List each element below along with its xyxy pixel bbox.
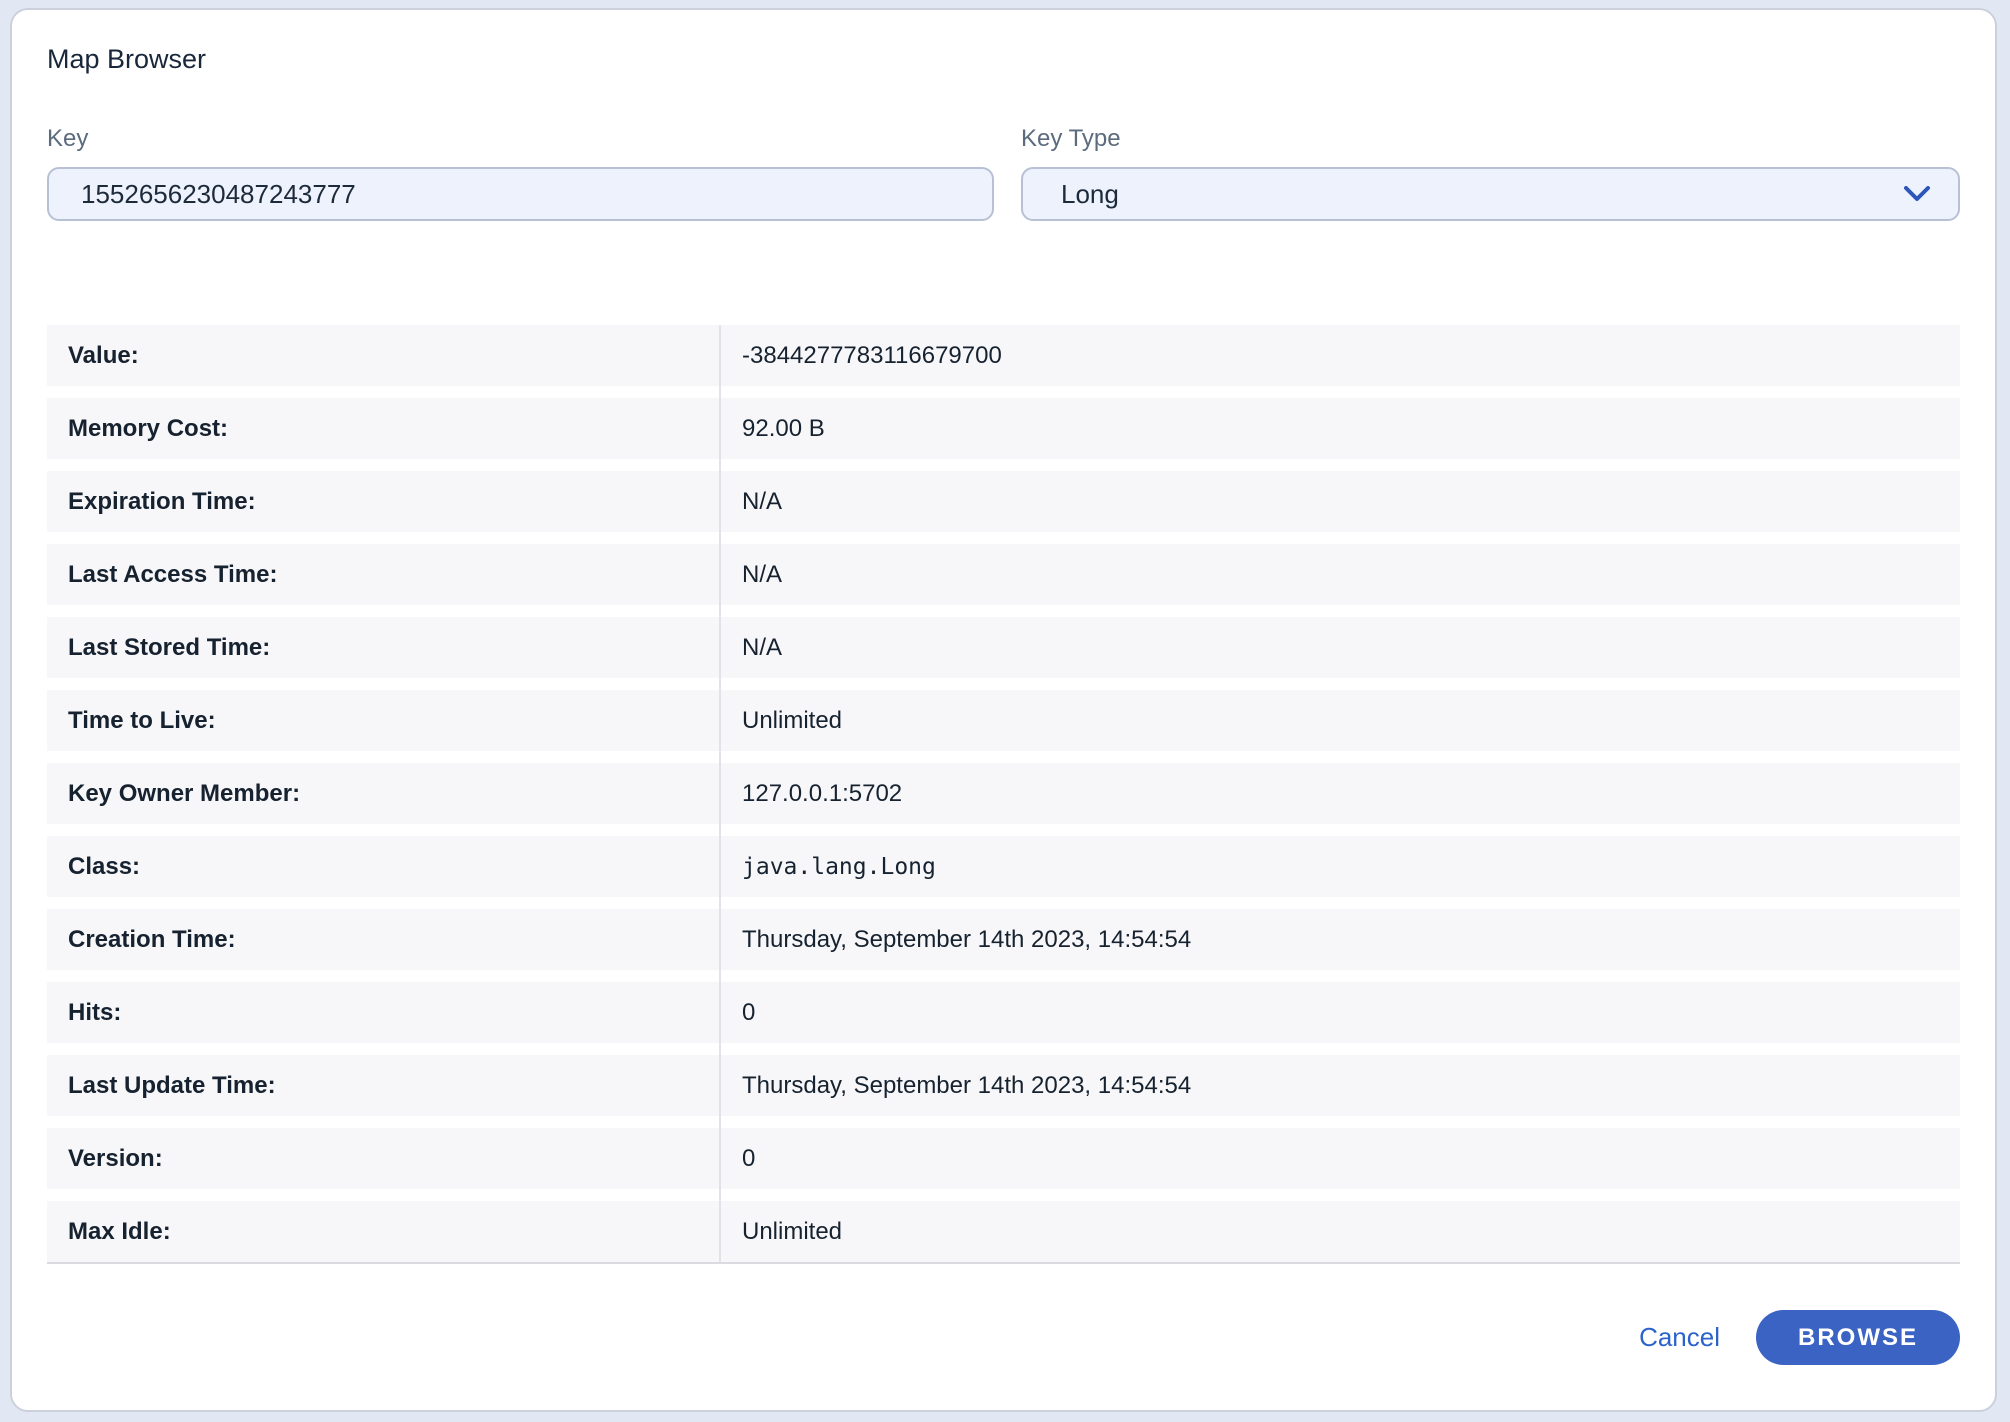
row-label: Value: (47, 342, 719, 370)
row-label: Last Stored Time: (47, 634, 719, 662)
table-row: Creation Time: Thursday, September 14th … (47, 909, 1960, 970)
map-browser-panel: Map Browser Key Key Type Long Value: -38… (10, 8, 1997, 1412)
row-label: Hits: (47, 999, 719, 1027)
row-label: Expiration Time: (47, 488, 719, 516)
row-value: N/A (719, 488, 782, 516)
row-value: N/A (719, 561, 782, 589)
row-label: Creation Time: (47, 926, 719, 954)
row-value: 92.00 B (719, 415, 825, 443)
table-row: Hits: 0 (47, 982, 1960, 1043)
row-value: N/A (719, 634, 782, 662)
row-value: 0 (719, 1145, 755, 1173)
dialog-footer: Cancel BROWSE (47, 1310, 1960, 1365)
key-type-field-group: Key Type Long (1021, 125, 1960, 221)
row-value: Thursday, September 14th 2023, 14:54:54 (719, 1072, 1191, 1100)
row-label: Time to Live: (47, 707, 719, 735)
row-value: -3844277783116679700 (719, 342, 1002, 370)
table-row: Class: java.lang.Long (47, 836, 1960, 897)
table-row: Key Owner Member: 127.0.0.1:5702 (47, 763, 1960, 824)
table-row: Time to Live: Unlimited (47, 690, 1960, 751)
table-row: Last Update Time: Thursday, September 14… (47, 1055, 1960, 1116)
row-value: Thursday, September 14th 2023, 14:54:54 (719, 926, 1191, 954)
key-field-group: Key (47, 125, 994, 221)
cancel-button[interactable]: Cancel (1633, 1321, 1726, 1354)
table-row: Value: -3844277783116679700 (47, 325, 1960, 386)
table-row: Version: 0 (47, 1128, 1960, 1189)
chevron-down-icon (1904, 186, 1930, 202)
row-label: Version: (47, 1145, 719, 1173)
key-type-selected-value: Long (1061, 179, 1119, 210)
row-value: Unlimited (719, 1218, 842, 1246)
browse-button[interactable]: BROWSE (1756, 1310, 1960, 1365)
row-label: Class: (47, 853, 719, 881)
key-form: Key Key Type Long (47, 125, 1960, 221)
row-value: 0 (719, 999, 755, 1027)
row-label: Last Access Time: (47, 561, 719, 589)
key-details-table: Value: -3844277783116679700 Memory Cost:… (47, 325, 1960, 1264)
key-label: Key (47, 125, 994, 155)
table-row: Last Stored Time: N/A (47, 617, 1960, 678)
key-type-label: Key Type (1021, 125, 1960, 155)
row-label: Memory Cost: (47, 415, 719, 443)
row-label: Key Owner Member: (47, 780, 719, 808)
table-row: Memory Cost: 92.00 B (47, 398, 1960, 459)
table-row: Last Access Time: N/A (47, 544, 1960, 605)
key-input[interactable] (47, 167, 994, 221)
table-row: Expiration Time: N/A (47, 471, 1960, 532)
row-label: Max Idle: (47, 1218, 719, 1246)
row-value: java.lang.Long (719, 854, 936, 880)
row-label: Last Update Time: (47, 1072, 719, 1100)
row-value: 127.0.0.1:5702 (719, 780, 902, 808)
table-row: Max Idle: Unlimited (47, 1201, 1960, 1262)
key-type-select[interactable]: Long (1021, 167, 1960, 221)
row-value: Unlimited (719, 707, 842, 735)
page-title: Map Browser (47, 10, 1960, 75)
